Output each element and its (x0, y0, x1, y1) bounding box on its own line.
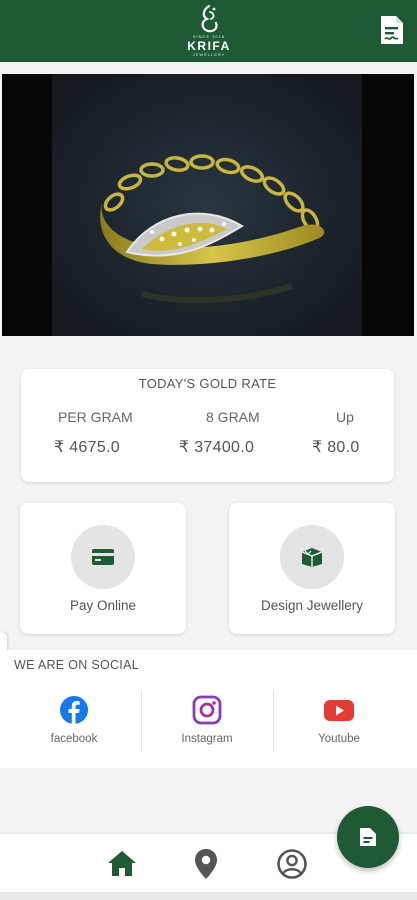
box-icon (301, 548, 323, 567)
instagram-icon (192, 695, 222, 725)
app-bar: SINCE 2016 KRIFA JEWELLERY (0, 0, 417, 62)
location-icon (195, 849, 217, 879)
nav-account[interactable] (275, 848, 309, 880)
gold-rate-title: TODAY'S GOLD RATE (138, 376, 277, 391)
nav-location[interactable] (189, 848, 223, 880)
card-icon (92, 549, 114, 565)
gold-rate-card: TODAY'S GOLD RATE PER GRAM 8 GRAM Up ₹ 4… (21, 369, 394, 482)
eight-gram-label: 8 GRAM (206, 409, 260, 425)
logo-brand-text: KRIFA (187, 39, 231, 53)
logo-top-text: SINCE 2016 (192, 34, 226, 39)
facebook-link[interactable]: facebook (14, 690, 134, 760)
facebook-icon (60, 696, 88, 724)
eight-gram-value: ₹ 37400.0 (179, 439, 255, 456)
account-icon (277, 849, 307, 879)
social-section: WE ARE ON SOCIAL facebook Instagram Yout… (0, 650, 417, 768)
instagram-link[interactable]: Instagram (147, 690, 267, 760)
pay-online-icon-circle (71, 525, 135, 589)
change-value: ₹ 80.0 (312, 439, 360, 456)
floating-document-button[interactable] (337, 806, 399, 868)
social-divider (141, 690, 142, 752)
document-icon (360, 828, 376, 846)
change-label: Up (336, 409, 354, 425)
hero-banner-image[interactable] (2, 74, 414, 336)
youtube-icon (324, 700, 354, 721)
pay-online-tile[interactable]: Pay Online (20, 503, 186, 634)
social-title: WE ARE ON SOCIAL (14, 658, 139, 672)
header-document-button[interactable] (379, 14, 405, 46)
design-jewellery-label: Design Jewellery (260, 598, 364, 613)
per-gram-value: ₹ 4675.0 (54, 439, 120, 456)
bracelet-image (2, 74, 414, 336)
youtube-link[interactable]: Youtube (279, 690, 399, 760)
instagram-label: Instagram (181, 733, 233, 745)
document-icon (381, 16, 403, 44)
system-bottom-strip (0, 892, 417, 900)
youtube-label: Youtube (318, 733, 360, 745)
logo-sub-text: JEWELLERY (192, 52, 226, 57)
facebook-label: facebook (50, 733, 98, 745)
per-gram-label: PER GRAM (58, 409, 133, 425)
logo-mark-icon (201, 4, 218, 33)
social-divider (273, 690, 274, 752)
pay-online-label: Pay Online (69, 598, 137, 613)
home-icon (108, 851, 136, 876)
design-jewellery-icon-circle (280, 525, 344, 589)
design-jewellery-tile[interactable]: Design Jewellery (229, 503, 395, 634)
krifa-logo: SINCE 2016 KRIFA JEWELLERY (170, 4, 248, 60)
nav-home[interactable] (105, 848, 139, 880)
